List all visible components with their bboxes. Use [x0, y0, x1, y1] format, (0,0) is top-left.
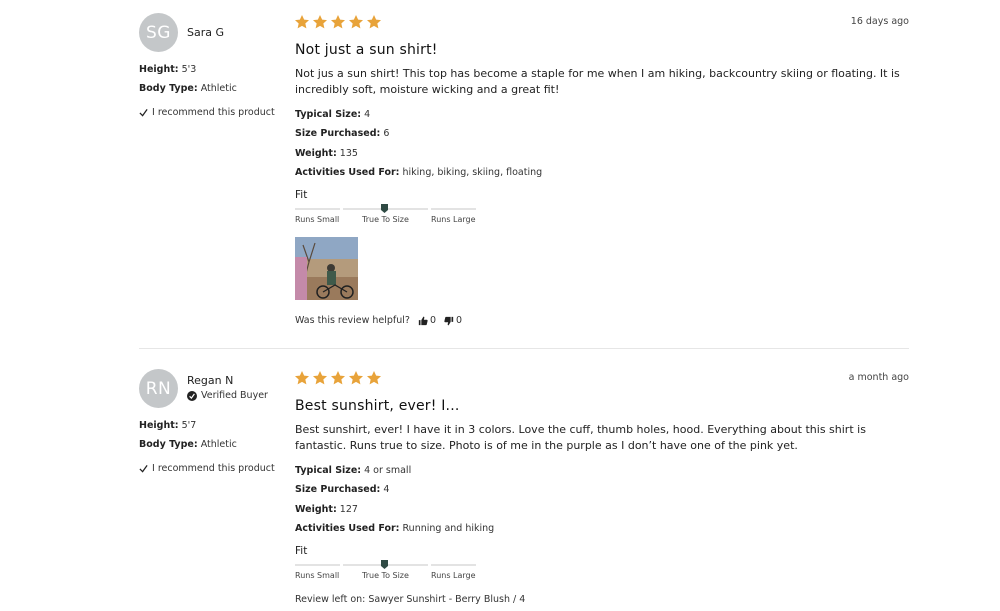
helpful-no-count: 0 [456, 315, 463, 326]
reviewer-height: Height: 5'7 [139, 420, 196, 431]
size-purchased-value: 4 [383, 484, 390, 495]
weight-value: 135 [339, 148, 358, 159]
verified-check-icon [187, 390, 197, 401]
check-icon [139, 464, 148, 473]
typical-size-value: 4 [364, 109, 371, 120]
star-icon [313, 371, 327, 385]
activities-label: Activities Used For: [295, 523, 400, 534]
fit-track-small [295, 564, 340, 566]
body-type-label: Body Type: [139, 83, 198, 94]
reviewer-name: Sara G [187, 26, 225, 39]
reviewer-body-type: Body Type: Athletic [139, 83, 237, 94]
avatar-initials: SG [146, 22, 171, 43]
fit-track-small [295, 208, 340, 210]
typical-size-value: 4 or small [364, 465, 412, 476]
recommend-line: I recommend this product [139, 463, 275, 474]
typical-size: Typical Size: 4 [295, 109, 370, 120]
star-icon [349, 371, 363, 385]
star-icon [349, 15, 363, 29]
review-photo[interactable] [295, 237, 358, 300]
body-type-label: Body Type: [139, 439, 198, 450]
size-purchased-value: 6 [383, 128, 390, 139]
helpful-label: Was this review helpful? [295, 315, 410, 326]
helpful-yes-count: 0 [429, 315, 436, 326]
verified-buyer-label: Verified Buyer [201, 390, 268, 401]
star-icon [367, 371, 381, 385]
thumbs-down-icon [444, 316, 454, 325]
star-icon [313, 15, 327, 29]
review-title: Best sunshirt, ever! I... [295, 398, 460, 414]
thumbs-up-icon [418, 316, 428, 325]
body-type-value: Athletic [200, 439, 237, 450]
size-purchased-label: Size Purchased: [295, 484, 381, 495]
avatar: SG [139, 13, 178, 52]
body-type-value: Athletic [200, 83, 237, 94]
size-purchased: Size Purchased: 4 [295, 484, 389, 495]
recommend-line: I recommend this product [139, 107, 275, 118]
reviewer-name: Regan N [187, 374, 234, 387]
fit-true-to-size: True To Size [362, 215, 409, 224]
review-divider [139, 348, 909, 349]
weight: Weight: 135 [295, 148, 358, 159]
fit-marker-icon [381, 204, 388, 213]
fit-marker-icon [381, 560, 388, 569]
helpful-row: Was this review helpful? 0 0 [295, 315, 462, 326]
fit-runs-small: Runs Small [295, 571, 340, 580]
review-left-on: Review left on: Sawyer Sunshirt - Berry … [295, 594, 526, 605]
activities-label: Activities Used For: [295, 167, 400, 178]
review-date: 16 days ago [850, 16, 909, 27]
check-icon [139, 108, 148, 117]
size-purchased-label: Size Purchased: [295, 128, 381, 139]
fit-runs-large: Runs Large [431, 215, 476, 224]
review-title: Not just a sun shirt! [295, 42, 438, 58]
helpful-no-button[interactable]: 0 [444, 315, 462, 326]
typical-size-label: Typical Size: [295, 109, 362, 120]
size-purchased: Size Purchased: 6 [295, 128, 389, 139]
star-icon [331, 371, 345, 385]
fit-runs-small: Runs Small [295, 215, 340, 224]
activities: Activities Used For: hiking, biking, ski… [295, 167, 542, 178]
helpful-yes-button[interactable]: 0 [418, 315, 436, 326]
activities-value: Running and hiking [402, 523, 495, 534]
fit-runs-large: Runs Large [431, 571, 476, 580]
star-icon [295, 371, 309, 385]
avatar-initials: RN [145, 378, 172, 399]
review-date: a month ago [848, 372, 909, 383]
star-rating [294, 14, 382, 30]
weight: Weight: 127 [295, 504, 358, 515]
recommend-text: I recommend this product [152, 107, 275, 118]
weight-label: Weight: [295, 148, 337, 159]
typical-size: Typical Size: 4 or small [295, 465, 411, 476]
height-value: 5'7 [181, 420, 197, 431]
height-label: Height: [139, 420, 179, 431]
avatar: RN [139, 369, 178, 408]
star-rating [294, 370, 382, 386]
height-value: 5'3 [181, 64, 197, 75]
star-icon [367, 15, 381, 29]
review-text: Not jus a sun shirt! This top has become… [295, 67, 900, 96]
review-text: Best sunshirt, ever! I have it in 3 colo… [295, 423, 866, 452]
activities-value: hiking, biking, skiing, floating [402, 167, 543, 178]
star-icon [295, 15, 309, 29]
weight-label: Weight: [295, 504, 337, 515]
reviewer-height: Height: 5'3 [139, 64, 196, 75]
recommend-text: I recommend this product [152, 463, 275, 474]
reviewer-body-type: Body Type: Athletic [139, 439, 237, 450]
height-label: Height: [139, 64, 179, 75]
activities: Activities Used For: Running and hiking [295, 523, 494, 534]
star-icon [331, 15, 345, 29]
weight-value: 127 [339, 504, 358, 515]
fit-track-large [431, 208, 476, 210]
review-photo-image [295, 237, 358, 300]
fit-label: Fit [295, 189, 308, 201]
fit-true-to-size: True To Size [362, 571, 409, 580]
typical-size-label: Typical Size: [295, 465, 362, 476]
fit-label: Fit [295, 545, 308, 557]
fit-track-large [431, 564, 476, 566]
verified-buyer-badge: Verified Buyer [187, 390, 268, 401]
